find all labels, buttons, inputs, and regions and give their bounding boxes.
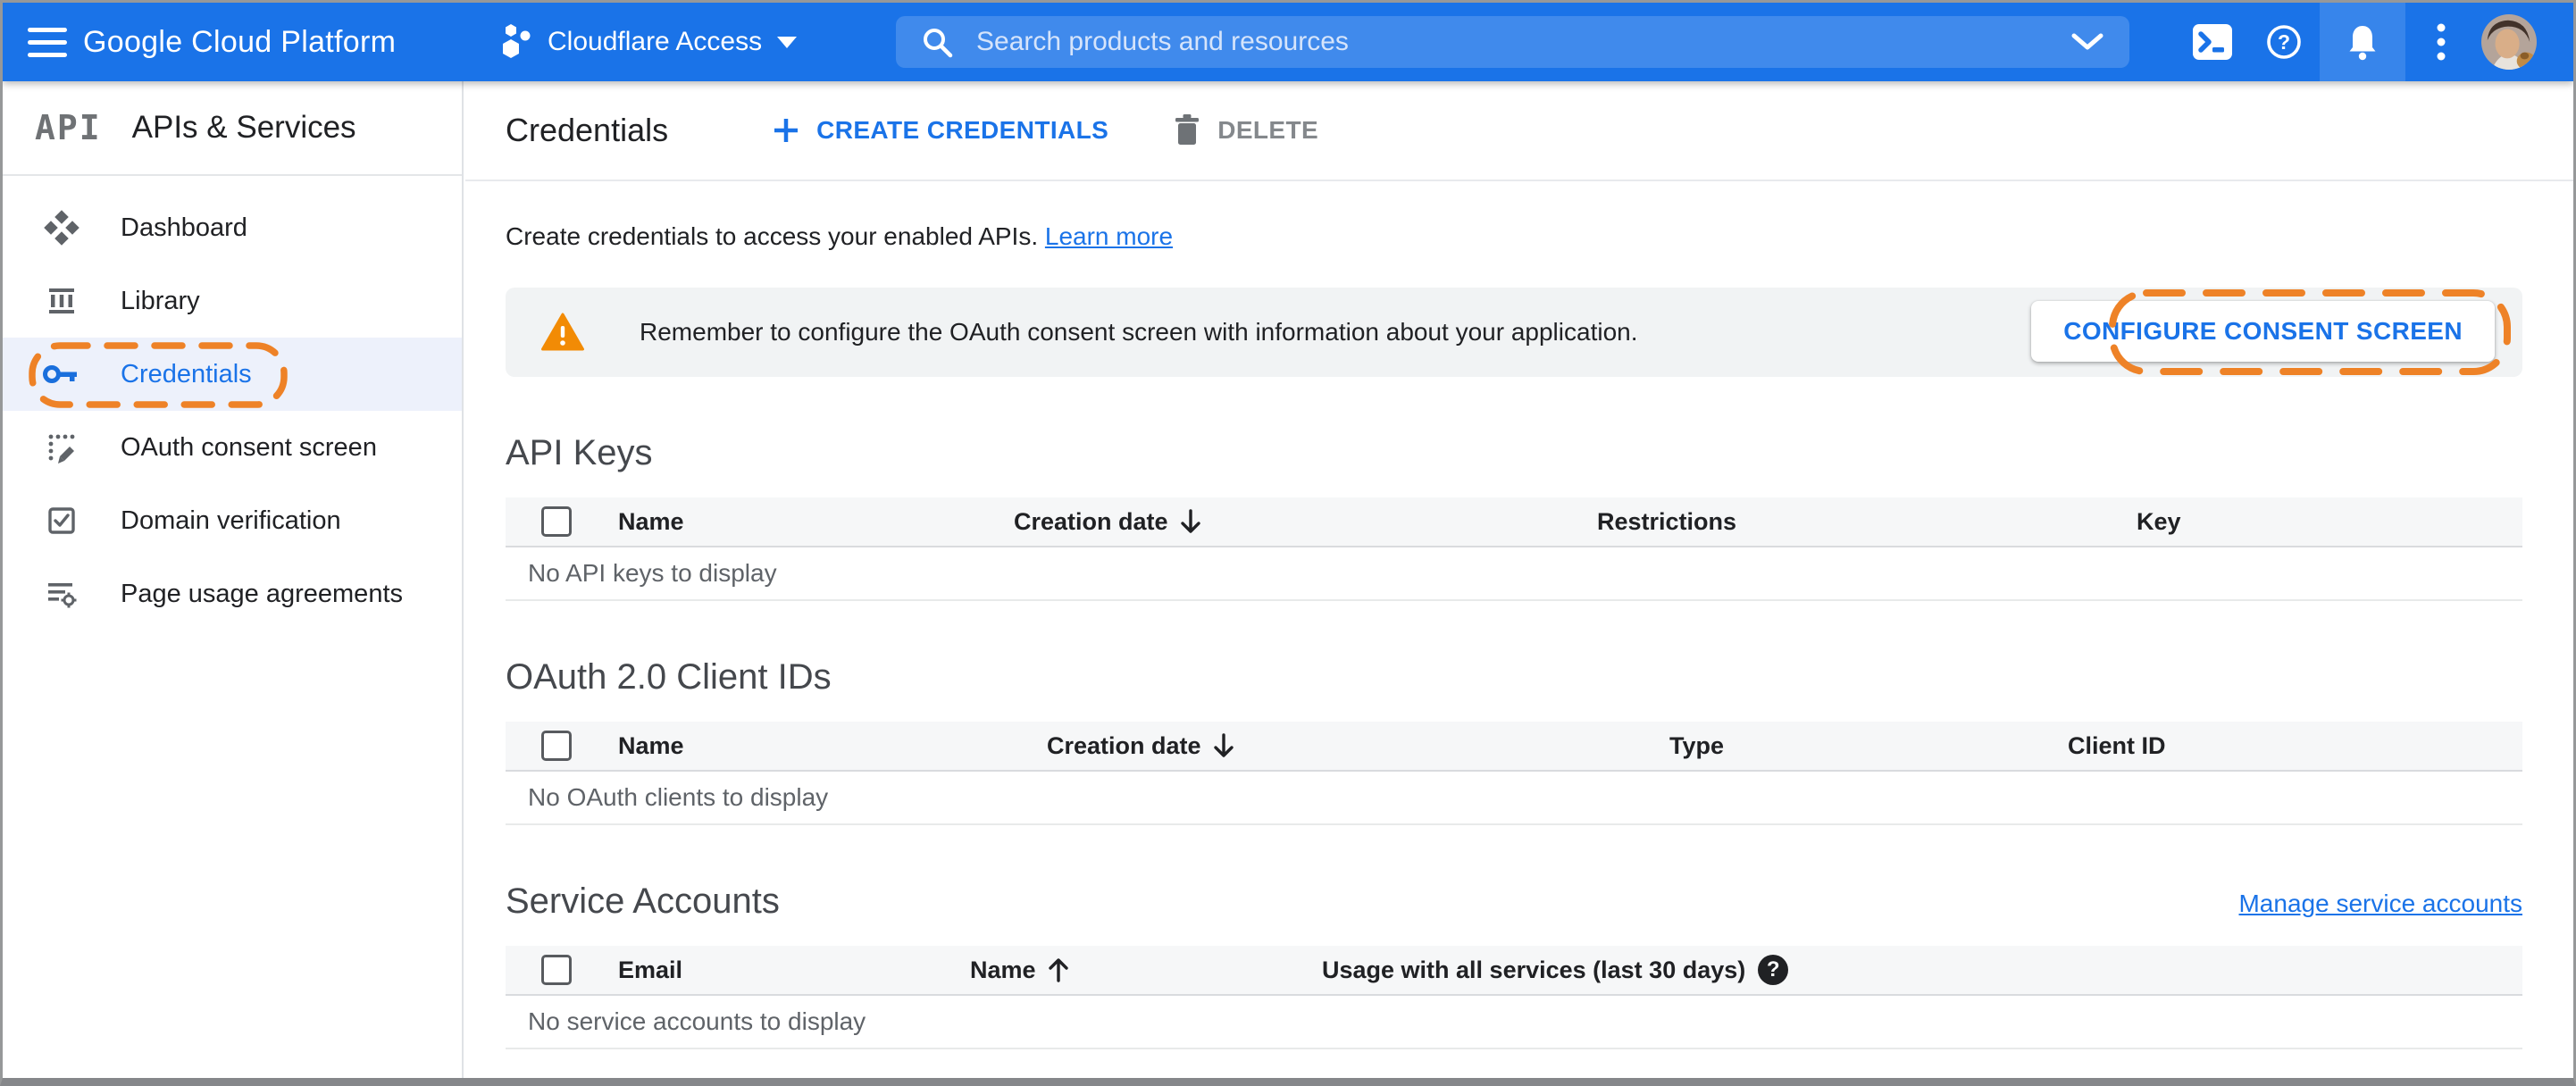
sidebar-item-label: Dashboard — [121, 213, 247, 242]
delete-label: DELETE — [1217, 116, 1319, 144]
notifications-button[interactable] — [2320, 3, 2405, 81]
consent-warning-banner: Remember to configure the OAuth consent … — [506, 288, 2522, 377]
apis-services-logo: API — [35, 108, 102, 147]
dashboard-icon — [42, 208, 81, 247]
sidebar-nav: Dashboard Library Credentials OAuth cons… — [3, 176, 462, 631]
menu-button[interactable] — [15, 3, 79, 81]
plus-icon — [774, 119, 799, 142]
column-header-key[interactable]: Key — [2137, 508, 2522, 536]
api-keys-title: API Keys — [506, 433, 653, 472]
column-header-name[interactable]: Name — [970, 957, 1322, 984]
api-keys-section: API Keys Name Creation date Restrictions… — [506, 432, 2522, 601]
column-header-name[interactable]: Name — [618, 508, 1014, 536]
sidebar-header: API APIs & Services — [3, 81, 462, 176]
bell-icon — [2349, 26, 2376, 61]
search-input[interactable] — [976, 27, 2070, 57]
select-all-checkbox[interactable] — [541, 731, 572, 761]
sidebar-item-dashboard[interactable]: Dashboard — [3, 191, 462, 264]
project-name: Cloudflare Access — [548, 27, 763, 56]
oauth-clients-table-header: Name Creation date Type Client ID — [506, 722, 2522, 772]
api-keys-table: Name Creation date Restrictions Key No A… — [506, 497, 2522, 601]
column-header-restrictions[interactable]: Restrictions — [1597, 508, 2137, 536]
oauth-clients-table: Name Creation date Type Client ID No OAu… — [506, 722, 2522, 825]
sidebar-item-label: Credentials — [121, 359, 252, 388]
account-avatar[interactable] — [2477, 3, 2541, 81]
library-icon — [42, 281, 81, 321]
arrow-down-icon — [1179, 508, 1202, 535]
project-hexagons-icon — [503, 24, 531, 58]
key-icon — [42, 355, 81, 394]
help-button[interactable]: ? — [2248, 3, 2320, 81]
sidebar-item-label: Page usage agreements — [121, 579, 403, 608]
sidebar-item-label: Library — [121, 286, 200, 315]
column-header-name[interactable]: Name — [618, 732, 1047, 760]
select-all-checkbox[interactable] — [541, 955, 572, 985]
column-header-usage[interactable]: Usage with all services (last 30 days) ? — [1322, 955, 2522, 985]
service-accounts-section: Service Accounts Manage service accounts… — [506, 881, 2522, 1049]
consent-screen-icon — [42, 428, 81, 467]
sidebar-item-label: OAuth consent screen — [121, 432, 377, 462]
api-keys-empty-row: No API keys to display — [506, 547, 2522, 601]
hamburger-icon — [28, 27, 67, 57]
more-options-button[interactable] — [2405, 3, 2477, 81]
arrow-up-icon — [1047, 957, 1070, 983]
svg-text:?: ? — [2278, 30, 2290, 54]
create-credentials-label: CREATE CREDENTIALS — [816, 116, 1109, 144]
oauth-clients-title: OAuth 2.0 Client IDs — [506, 657, 832, 697]
sidebar-item-library[interactable]: Library — [3, 264, 462, 338]
search-expand-chevron-icon[interactable] — [2070, 32, 2104, 52]
content-area: Create credentials to access your enable… — [465, 219, 2573, 1078]
product-logo[interactable]: Google Cloud Platform — [83, 3, 396, 81]
header-actions: ? — [2177, 3, 2541, 81]
gcp-console-window: Google Cloud Platform Cloudflare Access — [0, 0, 2576, 1086]
main-content: Credentials CREATE CREDENTIALS DELETE Cr… — [465, 81, 2573, 1078]
create-credentials-button[interactable]: CREATE CREDENTIALS — [772, 116, 1108, 145]
manage-service-accounts-link[interactable]: Manage service accounts — [2238, 890, 2522, 922]
column-header-type[interactable]: Type — [1669, 732, 2068, 760]
intro-line: Create credentials to access your enable… — [506, 219, 2522, 255]
page-toolbar: Credentials CREATE CREDENTIALS DELETE — [465, 81, 2573, 181]
kebab-menu-icon — [2437, 23, 2446, 61]
warning-triangle-icon — [541, 313, 584, 351]
select-all-checkbox[interactable] — [541, 506, 572, 537]
sidebar: API APIs & Services Dashboard Library Cr… — [3, 81, 464, 1078]
page-title: Credentials — [506, 112, 669, 148]
service-accounts-empty-row: No service accounts to display — [506, 996, 2522, 1049]
search-icon — [924, 29, 953, 58]
cloud-shell-button[interactable] — [2177, 3, 2248, 81]
delete-button[interactable]: DELETE — [1173, 113, 1318, 147]
column-header-creation-date[interactable]: Creation date — [1014, 508, 1597, 536]
learn-more-link[interactable]: Learn more — [1045, 222, 1173, 250]
oauth-clients-section: OAuth 2.0 Client IDs Name Creation date — [506, 656, 2522, 825]
search-bar[interactable] — [896, 16, 2129, 68]
intro-text: Create credentials to access your enable… — [506, 222, 1039, 250]
sidebar-item-oauth-consent-screen[interactable]: OAuth consent screen — [3, 411, 462, 484]
dropdown-arrow-icon — [777, 36, 798, 48]
domain-verification-icon — [42, 501, 81, 540]
api-keys-table-header: Name Creation date Restrictions Key — [506, 497, 2522, 547]
avatar-image — [2481, 14, 2537, 70]
top-app-bar: Google Cloud Platform Cloudflare Access — [3, 3, 2573, 81]
banner-message: Remember to configure the OAuth consent … — [640, 318, 1638, 346]
cloud-shell-icon — [2193, 24, 2232, 60]
question-mark-icon[interactable]: ? — [1758, 955, 1789, 985]
configure-consent-screen-button[interactable]: CONFIGURE CONSENT SCREEN — [2031, 301, 2495, 362]
column-header-creation-date[interactable]: Creation date — [1047, 732, 1669, 760]
service-accounts-table: Email Name Usage with all services (last… — [506, 946, 2522, 1049]
sidebar-item-credentials[interactable]: Credentials — [3, 338, 462, 411]
service-accounts-title: Service Accounts — [506, 881, 780, 921]
sidebar-title: APIs & Services — [131, 110, 356, 145]
page-agreements-icon — [42, 574, 81, 614]
service-accounts-table-header: Email Name Usage with all services (last… — [506, 946, 2522, 996]
arrow-down-icon — [1212, 732, 1235, 759]
sidebar-item-label: Domain verification — [121, 505, 341, 535]
sidebar-item-domain-verification[interactable]: Domain verification — [3, 484, 462, 557]
column-header-email[interactable]: Email — [618, 957, 970, 984]
project-selector[interactable]: Cloudflare Access — [501, 3, 798, 81]
oauth-clients-empty-row: No OAuth clients to display — [506, 772, 2522, 825]
trash-icon — [1175, 114, 1200, 145]
sidebar-item-page-usage-agreements[interactable]: Page usage agreements — [3, 557, 462, 631]
column-header-client-id[interactable]: Client ID — [2068, 732, 2522, 760]
help-icon: ? — [2267, 25, 2301, 59]
